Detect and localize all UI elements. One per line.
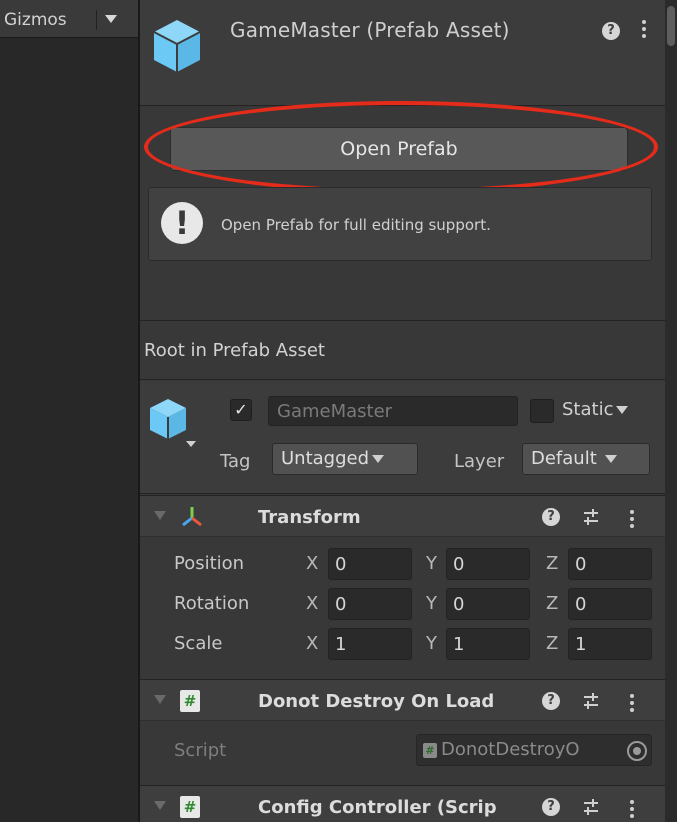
- scene-view[interactable]: Gizmos: [0, 0, 138, 822]
- donot-destroy-body: Script # DonotDestroyO: [140, 722, 665, 784]
- preset-sliders-icon[interactable]: [582, 508, 600, 526]
- scene-toolbar: Gizmos: [0, 0, 138, 38]
- help-icon[interactable]: ?: [602, 22, 620, 40]
- kebab-menu-icon[interactable]: [642, 20, 646, 41]
- rotation-z-field[interactable]: [568, 588, 652, 620]
- info-exclamation-icon: !: [161, 202, 203, 244]
- layer-value: Default: [531, 448, 597, 469]
- z-axis-label[interactable]: Z: [546, 593, 558, 614]
- help-icon[interactable]: ?: [542, 692, 560, 710]
- chevron-down-icon: [604, 455, 617, 463]
- donot-destroy-header[interactable]: # Donot Destroy On Load ?: [140, 679, 665, 721]
- help-icon[interactable]: ?: [542, 508, 560, 526]
- scale-x-field[interactable]: [328, 628, 412, 660]
- scale-label: Scale: [174, 633, 223, 654]
- z-axis-label[interactable]: Z: [546, 553, 558, 574]
- tag-value: Untagged: [281, 448, 370, 469]
- y-axis-label[interactable]: Y: [426, 553, 437, 574]
- tag-dropdown[interactable]: Untagged: [272, 443, 418, 475]
- kebab-menu-icon[interactable]: [630, 510, 634, 531]
- position-z-field[interactable]: [568, 548, 652, 580]
- script-hash-icon: #: [180, 796, 200, 818]
- foldout-arrow-icon[interactable]: [154, 801, 166, 810]
- preset-sliders-icon[interactable]: [582, 692, 600, 710]
- root-section: Root in Prefab Asset: [140, 322, 665, 380]
- x-axis-label[interactable]: X: [306, 593, 318, 614]
- position-y-field[interactable]: [446, 548, 530, 580]
- game-object-icon[interactable]: [148, 395, 198, 449]
- x-axis-label[interactable]: X: [306, 633, 318, 654]
- position-row: Position X Y Z: [140, 546, 665, 582]
- z-axis-label[interactable]: Z: [546, 633, 558, 654]
- scale-row: Scale X Y Z: [140, 626, 665, 662]
- active-checkbox[interactable]: ✓: [230, 399, 252, 421]
- prefab-title: GameMaster (Prefab Asset): [230, 18, 510, 42]
- static-label: Static: [562, 399, 614, 420]
- open-prefab-button[interactable]: Open Prefab: [170, 127, 628, 171]
- transform-body: Position X Y Z Rotation X Y Z Scale X Y …: [140, 538, 665, 678]
- layer-label: Layer: [454, 451, 505, 472]
- layer-dropdown[interactable]: Default: [522, 443, 650, 475]
- info-helpbox: ! Open Prefab for full editing support.: [148, 187, 652, 261]
- gizmos-dropdown-icon[interactable]: [96, 10, 122, 30]
- y-axis-label[interactable]: Y: [426, 633, 437, 654]
- info-message: Open Prefab for full editing support.: [221, 216, 491, 234]
- scrollbar-thumb[interactable]: [667, 6, 675, 46]
- component-title: Config Controller (Scrip: [258, 797, 497, 818]
- preset-sliders-icon[interactable]: [582, 798, 600, 816]
- root-in-prefab-label: Root in Prefab Asset: [144, 340, 325, 361]
- object-picker-icon[interactable]: [627, 741, 647, 761]
- transform-axis-icon: [182, 507, 202, 527]
- inspector-panel: GameMaster (Prefab Asset) ? Open Prefab …: [138, 0, 665, 822]
- chevron-down-icon: [372, 455, 385, 463]
- game-object-name-field[interactable]: [268, 396, 518, 426]
- scale-y-field[interactable]: [446, 628, 530, 660]
- chevron-down-icon: [616, 406, 629, 414]
- static-checkbox[interactable]: [530, 399, 554, 423]
- script-label: Script: [174, 740, 227, 761]
- script-hash-icon: #: [180, 690, 200, 712]
- config-controller-header[interactable]: # Config Controller (Scrip ?: [140, 785, 665, 822]
- prefab-header: GameMaster (Prefab Asset) ?: [140, 0, 665, 106]
- x-axis-label[interactable]: X: [306, 553, 318, 574]
- rotation-label: Rotation: [174, 593, 250, 614]
- script-field-value: DonotDestroyO: [441, 739, 580, 760]
- position-label: Position: [174, 553, 245, 574]
- rotation-y-field[interactable]: [446, 588, 530, 620]
- open-prefab-section: Open Prefab ! Open Prefab for full editi…: [140, 101, 665, 321]
- foldout-arrow-icon[interactable]: [154, 511, 166, 520]
- transform-header[interactable]: Transform ?: [140, 495, 665, 537]
- foldout-arrow-icon[interactable]: [154, 695, 166, 704]
- scale-z-field[interactable]: [568, 628, 652, 660]
- tag-label: Tag: [220, 451, 251, 472]
- inspector-scrollbar[interactable]: [665, 0, 677, 822]
- help-icon[interactable]: ?: [542, 798, 560, 816]
- component-title: Transform: [258, 507, 361, 528]
- script-object-field[interactable]: # DonotDestroyO: [416, 734, 652, 766]
- static-dropdown[interactable]: Static: [562, 399, 629, 420]
- rotation-x-field[interactable]: [328, 588, 412, 620]
- rotation-row: Rotation X Y Z: [140, 586, 665, 622]
- component-title: Donot Destroy On Load: [258, 691, 495, 712]
- position-x-field[interactable]: [328, 548, 412, 580]
- kebab-menu-icon[interactable]: [630, 800, 634, 821]
- script-file-icon: #: [423, 743, 437, 758]
- gizmos-button[interactable]: Gizmos: [4, 10, 67, 30]
- y-axis-label[interactable]: Y: [426, 593, 437, 614]
- game-object-header: ✓ Static Tag Untagged Layer Default: [140, 381, 665, 494]
- prefab-cube-icon: [153, 20, 201, 72]
- kebab-menu-icon[interactable]: [630, 694, 634, 715]
